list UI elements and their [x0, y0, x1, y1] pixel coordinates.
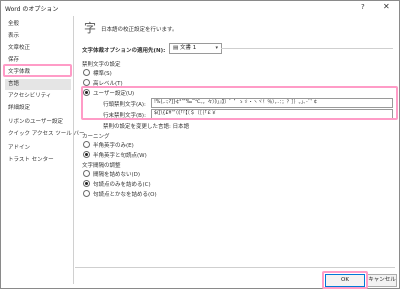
sidebar: 全般 表示 文章校正 保存 文字体裁 言語 アクセシビリティ 詳細設定 リボンの… [4, 16, 84, 284]
cancel-button[interactable]: キャンセル [367, 274, 397, 287]
kinsoku-standard-radio[interactable] [83, 69, 90, 76]
spacing-kana-label: 句読点とかなを詰める(O) [93, 192, 157, 198]
sidebar-item-proofing[interactable]: 文章校正 [8, 43, 30, 51]
options-window: Word のオプション ? ✕ 全般 表示 文章校正 保存 文字体裁 言語 アク… [0, 0, 400, 289]
scope-label: 文字体裁オプションの適用先(N): [82, 48, 166, 54]
kinsoku-section-title: 禁則文字の設定 [82, 62, 121, 68]
custom-kinsoku-highlight [81, 86, 398, 120]
sidebar-item-save[interactable]: 保存 [8, 55, 19, 63]
spacing-none-radio[interactable] [83, 170, 90, 177]
sidebar-item-advanced[interactable]: 詳細設定 [8, 103, 30, 111]
sidebar-item-trust-center[interactable]: トラスト センター [8, 155, 54, 163]
kerning-halfwidth-label: 半角英字のみ(E) [93, 143, 134, 149]
main-panel: 字 日本語の校正設定を行います。 文字体裁オプションの適用先(N): ▤ 文書 … [75, 16, 397, 266]
spacing-kana-radio[interactable] [83, 190, 90, 197]
footer-divider [75, 267, 395, 268]
close-icon[interactable]: ✕ [383, 2, 390, 11]
scope-value: 文書 1 [179, 45, 197, 51]
sidebar-item-addins[interactable]: アドイン [8, 143, 30, 151]
kerning-punct-radio[interactable] [83, 151, 90, 158]
ok-button-highlight [322, 271, 368, 289]
help-icon[interactable]: ? [361, 3, 365, 11]
kinsoku-note: 禁則の設定を変更した言語: 日本語 [103, 124, 190, 130]
sidebar-item-display[interactable]: 表示 [8, 31, 19, 39]
kerning-punct-label: 半角英字と句読点(W) [93, 153, 147, 159]
spacing-none-label: 間隔を詰めない(D) [93, 172, 141, 178]
spacing-punct-radio[interactable] [83, 180, 90, 187]
kerning-halfwidth-radio[interactable] [83, 141, 90, 148]
divider [221, 48, 393, 49]
kinsoku-standard-label: 標準(S) [93, 71, 112, 77]
window-title: Word のオプション [5, 6, 59, 13]
title-bar: Word のオプション ? ✕ [1, 1, 399, 16]
sidebar-item-qat[interactable]: クイック アクセス ツール バー [8, 129, 84, 137]
page-description: 日本語の校正設定を行います。 [101, 27, 178, 33]
kinsoku-high-radio[interactable] [83, 79, 90, 86]
typography-icon: 字 [84, 21, 97, 35]
sidebar-item-general[interactable]: 全般 [8, 19, 19, 27]
scope-doc-icon: ▤ [173, 45, 180, 51]
chevron-down-icon: ▾ [215, 45, 218, 51]
spacing-section-title: 文字間隔の調整 [82, 163, 121, 169]
kerning-section-title: カーニング [82, 134, 110, 140]
sidebar-item-language[interactable]: 言語 [8, 79, 19, 87]
sidebar-item-accessibility[interactable]: アクセシビリティ [8, 91, 51, 99]
spacing-punct-label: 句読点のみを詰める(C) [93, 182, 151, 188]
sidebar-item-ribbon[interactable]: リボンのユーザー設定 [8, 117, 63, 125]
sidebar-highlight [3, 64, 72, 77]
scope-select[interactable]: ▤ 文書 1 ▾ [169, 43, 222, 54]
